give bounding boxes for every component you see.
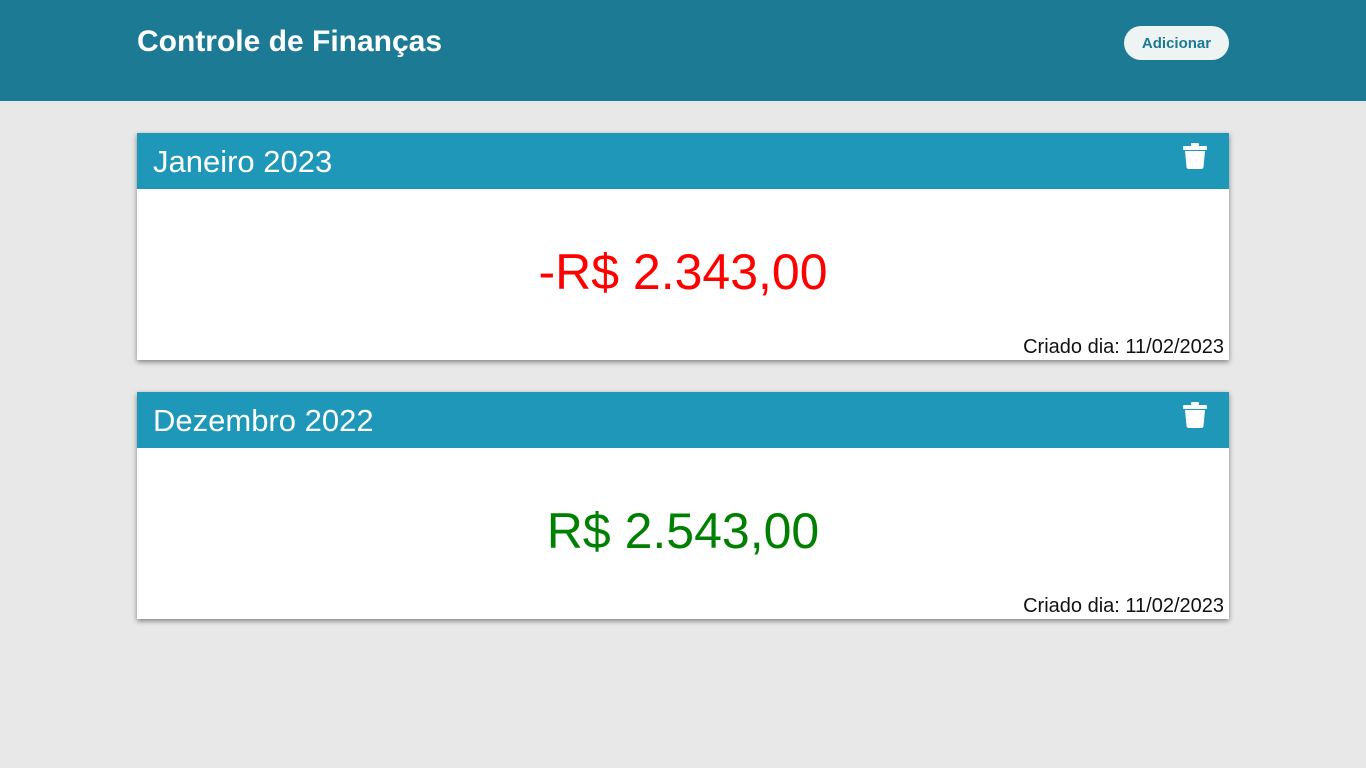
card-title: Janeiro 2023 xyxy=(153,144,333,179)
finance-card: Dezembro 2022 R$ 2.543,00 Criado dia: 11… xyxy=(137,392,1229,619)
trash-icon[interactable] xyxy=(1183,402,1211,432)
trash-icon[interactable] xyxy=(1183,143,1211,173)
created-date: Criado dia: 11/02/2023 xyxy=(1023,595,1224,617)
created-date: Criado dia: 11/02/2023 xyxy=(1023,336,1224,358)
card-header: Dezembro 2022 xyxy=(137,392,1229,448)
balance-amount: R$ 2.543,00 xyxy=(546,503,820,559)
finance-card: Janeiro 2023 -R$ 2.343,00 Criado dia: 11… xyxy=(137,133,1229,360)
card-title: Dezembro 2022 xyxy=(153,403,374,438)
add-button[interactable]: Adicionar xyxy=(1124,26,1229,60)
app-title: Controle de Finanças xyxy=(137,25,443,58)
balance-amount: -R$ 2.343,00 xyxy=(538,244,828,300)
app-header: Controle de Finanças Adicionar xyxy=(0,0,1366,101)
card-header: Janeiro 2023 xyxy=(137,133,1229,189)
